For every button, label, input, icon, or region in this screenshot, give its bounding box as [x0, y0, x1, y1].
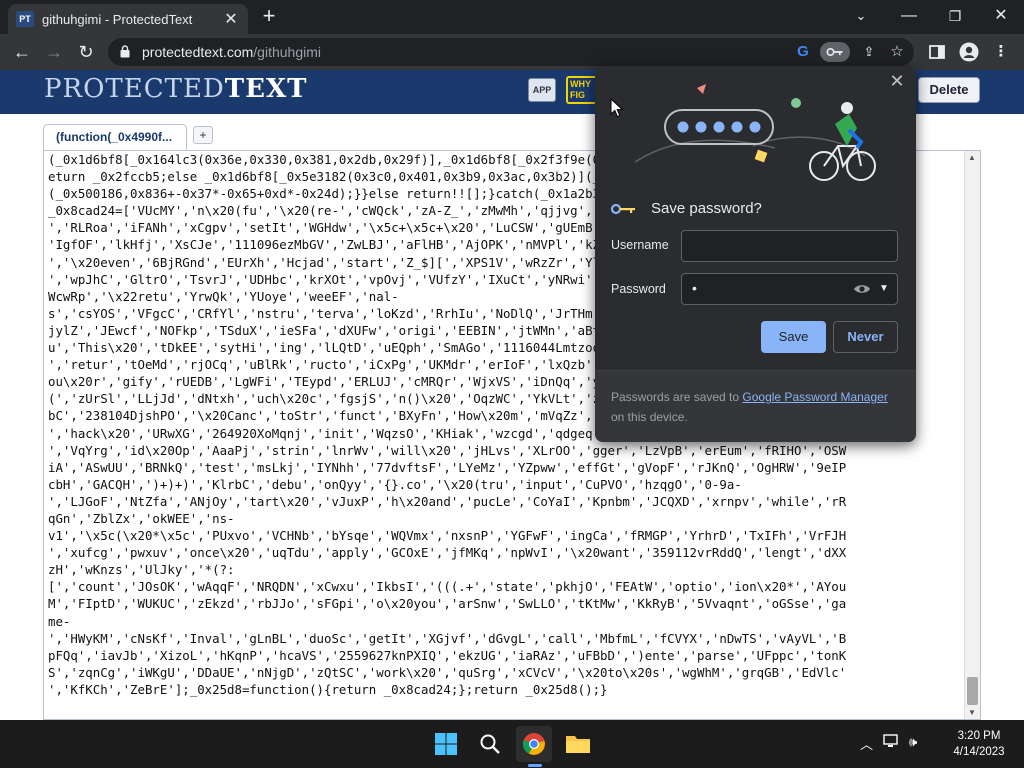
- code-line: cbH','GACQH',')+)+)','KlrbC','debu','onQ…: [48, 476, 742, 492]
- footer-prefix: Passwords are saved to: [611, 390, 743, 404]
- code-line: S','zqnCg','iWKgU','DDaUE','nNjgD','zQtS…: [48, 664, 847, 680]
- new-tab-button[interactable]: +: [256, 5, 282, 29]
- site-logo[interactable]: PROTECTEDTEXT: [44, 74, 307, 104]
- tab-title: githuhgimi - ProtectedText: [42, 11, 193, 27]
- browser-tab-strip: PT githuhgimi - ProtectedText ✕ + ⌄ — ❐ …: [0, 0, 1024, 34]
- scroll-up-icon[interactable]: ▲: [968, 153, 976, 162]
- url-path: /githuhgimi: [253, 44, 321, 60]
- footer-suffix: on this device.: [611, 410, 688, 424]
- folder-icon: [566, 736, 590, 753]
- bookmark-star-icon[interactable]: ☆: [886, 42, 908, 62]
- close-tab-icon[interactable]: ✕: [222, 9, 240, 29]
- dialog-title: Save password?: [651, 200, 762, 217]
- code-line: ','LJGoF','NtZfa','ANjOy','tart\x20','vJ…: [48, 493, 847, 509]
- lock-icon: [120, 45, 130, 58]
- chevron-down-icon[interactable]: ▼: [879, 279, 889, 299]
- network-icon[interactable]: [883, 734, 899, 753]
- app-badge-button[interactable]: APP: [528, 78, 556, 102]
- profile-avatar-icon[interactable]: [958, 41, 980, 63]
- why-badge-button[interactable]: WHY FIG: [566, 76, 598, 104]
- tab-search-icon[interactable]: ⌄: [838, 2, 884, 30]
- side-panel-glyph-icon: [929, 45, 945, 59]
- chrome-icon: [522, 733, 545, 755]
- search-button[interactable]: [472, 726, 508, 762]
- username-label: Username: [611, 238, 669, 252]
- username-field[interactable]: [681, 230, 898, 262]
- start-button[interactable]: [428, 726, 464, 762]
- chrome-taskbar-button[interactable]: [516, 726, 552, 762]
- url-host: protectedtext.com: [142, 44, 254, 60]
- code-line: pFQq','iavJb','XizoL','hKqnP','hcaVS','2…: [48, 647, 847, 663]
- browser-toolbar: ← → ↻ protectedtext.com/githuhgimi G ⇪ ☆…: [0, 34, 1024, 70]
- why-badge-line2: FIG: [570, 90, 585, 100]
- profile-glyph-icon: [959, 42, 979, 62]
- mouse-cursor-icon: [610, 98, 624, 118]
- forward-icon[interactable]: →: [40, 38, 68, 66]
- key-icon: [611, 203, 635, 214]
- search-icon: [480, 734, 500, 754]
- code-line: me-: [48, 613, 71, 629]
- browser-tab[interactable]: PT githuhgimi - ProtectedText ✕: [8, 4, 248, 34]
- reload-icon[interactable]: ↻: [72, 38, 100, 66]
- code-line: qGn','ZblZx','okWEE','ns-: [48, 510, 235, 526]
- why-badge-line1: WHY: [570, 79, 591, 89]
- document-tab[interactable]: (function(_0x4990f...: [43, 124, 187, 150]
- scroll-thumb[interactable]: [967, 677, 978, 705]
- system-clock[interactable]: 3:20 PM 4/14/2023: [948, 728, 1010, 760]
- password-label: Password: [611, 282, 666, 296]
- clock-date: 4/14/2023: [953, 746, 1005, 758]
- windows-logo-icon: [435, 733, 457, 755]
- kebab-menu-icon[interactable]: ⋮: [990, 41, 1012, 63]
- never-button[interactable]: Never: [833, 321, 898, 353]
- site-favicon: PT: [16, 11, 34, 27]
- url-text: protectedtext.com/githuhgimi: [142, 44, 321, 60]
- taskbar: ︿ 🕪 3:20 PM 4/14/2023: [0, 720, 1024, 768]
- code-line: M','FIptD','WUKUC','zEkzd','rbJJo','sFGp…: [48, 596, 847, 612]
- delete-button[interactable]: Delete: [918, 77, 980, 103]
- logo-bold-text: TEXT: [224, 74, 308, 104]
- key-glyph-icon: [826, 47, 843, 57]
- code-line: ','KfKCh','ZeBrE'];_0x25d8=function(){re…: [48, 681, 608, 697]
- google-lens-icon[interactable]: G: [792, 42, 814, 62]
- code-line: v1','\x5c(\x20*\x5c','PUxvo','VCHNb','bY…: [48, 528, 847, 544]
- minimize-button[interactable]: —: [886, 2, 932, 30]
- code-line: ','xufcg','pwxuv','once\x20','uqTdu','ap…: [48, 545, 847, 561]
- side-panel-icon[interactable]: [926, 41, 948, 63]
- password-manager-link[interactable]: Google Password Manager: [742, 390, 887, 404]
- network-glyph-icon: [883, 734, 898, 747]
- file-explorer-button[interactable]: [560, 726, 596, 762]
- show-password-icon[interactable]: [853, 281, 871, 297]
- close-window-button[interactable]: ✕: [978, 2, 1024, 30]
- editor-scrollbar[interactable]: ▲ ▼: [964, 151, 980, 719]
- save-button[interactable]: Save: [761, 321, 826, 353]
- logo-light-text: PROTECTED: [44, 74, 225, 104]
- code-line: [','count','JOsOK','wAqqF','NRQDN','xCwx…: [48, 579, 847, 595]
- active-app-indicator: [528, 764, 542, 767]
- code-line: zH','wKnzs','UlJky','*(?:: [48, 562, 235, 578]
- code-line: ','HWyKM','cNsKf','Inval','gLnBL','duoSc…: [48, 630, 847, 646]
- back-icon[interactable]: ←: [8, 38, 36, 66]
- add-tab-button[interactable]: +: [193, 126, 213, 144]
- chevron-up-icon[interactable]: ︿: [860, 734, 873, 753]
- address-bar[interactable]: protectedtext.com/githuhgimi G ⇪ ☆: [108, 38, 914, 66]
- dialog-footer: Passwords are saved to Google Password M…: [595, 370, 916, 442]
- volume-icon[interactable]: 🕪: [909, 734, 917, 753]
- save-password-dialog: ✕ Save password? Username Password • ▼ S…: [595, 66, 916, 442]
- scroll-down-icon[interactable]: ▼: [968, 708, 976, 717]
- share-icon[interactable]: ⇪: [858, 42, 880, 62]
- code-line: ','VqYrg','id\x20Op','AaaPj','strin','ln…: [48, 442, 847, 458]
- restore-button[interactable]: ❐: [932, 2, 978, 30]
- password-illustration-icon: [635, 84, 876, 181]
- clock-time: 3:20 PM: [957, 730, 1001, 742]
- system-tray: ︿ 🕪: [860, 734, 917, 753]
- key-icon[interactable]: [820, 42, 850, 62]
- dialog-header: Save password?: [611, 200, 762, 217]
- code-line: iA','ASwUU','BRNkQ','test','msLkj','IYNh…: [48, 459, 847, 475]
